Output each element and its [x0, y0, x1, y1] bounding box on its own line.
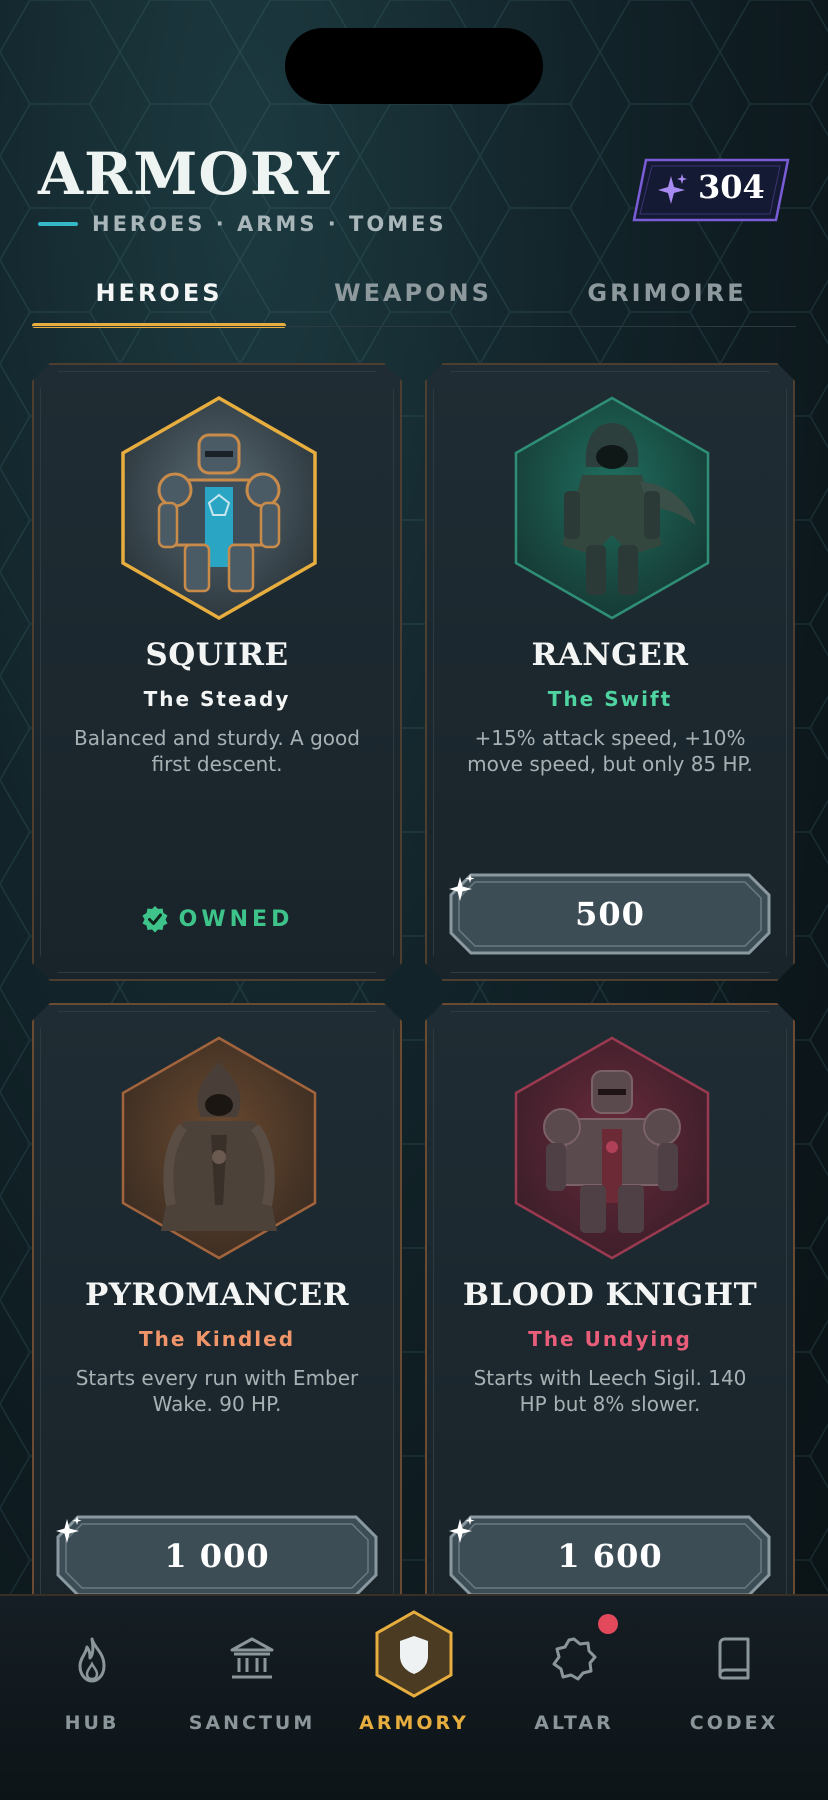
- pyromancer-portrait: [119, 1035, 319, 1261]
- hero-card-pyromancer[interactable]: PYROMANCER The Kindled Starts every run …: [32, 1003, 402, 1623]
- seal-icon: [552, 1637, 597, 1681]
- nav-label: ARMORY: [359, 1712, 469, 1734]
- ranger-portrait: [512, 395, 712, 621]
- blood-knight-portrait: [512, 1035, 712, 1261]
- sparkle-icon: [56, 1515, 82, 1545]
- nav-codex[interactable]: CODEX: [654, 1596, 814, 1756]
- tab-weapons[interactable]: WEAPONS: [286, 270, 540, 328]
- bottom-nav: HUB SANCTUM ARMORY ALTAR CODEX: [0, 1594, 828, 1800]
- squire-portrait: [119, 395, 319, 621]
- buy-button-ranger[interactable]: 500: [449, 873, 771, 955]
- page-subtitle: HEROES · ARMS · TOMES: [92, 212, 447, 236]
- hero-description: Balanced and sturdy. A good first descen…: [74, 726, 360, 776]
- price-label: 1 000: [164, 1537, 270, 1575]
- device-notch: [285, 28, 543, 104]
- subtitle-accent-bar: [38, 222, 78, 226]
- nav-altar[interactable]: ALTAR: [494, 1596, 654, 1756]
- temple-icon: [230, 1637, 274, 1679]
- currency-value: 304: [698, 168, 765, 206]
- hero-name: BLOOD KNIGHT: [462, 1277, 758, 1313]
- hero-description: +15% attack speed, +10% move speed, but …: [467, 726, 753, 776]
- hero-description: Starts with Leech Sigil. 140 HP but 8% s…: [473, 1366, 747, 1416]
- price-label: 500: [575, 895, 645, 933]
- hero-tagline: The Steady: [143, 687, 291, 711]
- sparkle-icon: [449, 1515, 475, 1545]
- nav-label: ALTAR: [534, 1712, 614, 1734]
- nav-label: HUB: [64, 1712, 120, 1734]
- nav-label: CODEX: [689, 1712, 779, 1734]
- nav-sanctum[interactable]: SANCTUM: [172, 1596, 332, 1756]
- page-title: ARMORY: [38, 140, 340, 208]
- page-subtitle-row: HEROES · ARMS · TOMES: [38, 212, 447, 236]
- hero-tagline: The Undying: [528, 1327, 692, 1351]
- nav-label: SANCTUM: [188, 1712, 316, 1734]
- hero-name: PYROMANCER: [85, 1277, 349, 1313]
- check-badge-icon: [141, 905, 169, 933]
- notification-badge: [598, 1614, 618, 1634]
- nav-hub[interactable]: HUB: [12, 1596, 172, 1756]
- price-label: 1 600: [557, 1537, 663, 1575]
- sparkle-icon: [658, 174, 687, 204]
- tab-divider: [32, 326, 796, 327]
- buy-button-pyromancer[interactable]: 1 000: [56, 1515, 378, 1597]
- hero-name: RANGER: [531, 637, 689, 673]
- nav-armory[interactable]: ARMORY: [334, 1596, 494, 1756]
- buy-button-blood-knight[interactable]: 1 600: [449, 1515, 771, 1597]
- hero-card-ranger[interactable]: RANGER The Swift +15% attack speed, +10%…: [425, 363, 795, 981]
- hero-card-blood-knight[interactable]: BLOOD KNIGHT The Undying Starts with Lee…: [425, 1003, 795, 1623]
- hero-description: Starts every run with Ember Wake. 90 HP.: [75, 1366, 359, 1416]
- shield-icon: [375, 1610, 453, 1698]
- owned-label: OWNED: [178, 906, 294, 932]
- hero-tagline: The Kindled: [138, 1327, 296, 1351]
- owned-status: OWNED: [34, 905, 400, 933]
- hero-name: SQUIRE: [145, 637, 289, 673]
- tab-grimoire[interactable]: GRIMOIRE: [540, 270, 794, 328]
- currency-counter[interactable]: 304: [632, 158, 790, 222]
- book-icon: [718, 1637, 750, 1680]
- tab-bar: HEROES WEAPONS GRIMOIRE: [32, 270, 796, 328]
- tab-heroes[interactable]: HEROES: [32, 270, 286, 328]
- hero-card-squire[interactable]: SQUIRE The Steady Balanced and sturdy. A…: [32, 363, 402, 981]
- hero-tagline: The Swift: [547, 687, 673, 711]
- flame-icon: [78, 1637, 106, 1683]
- sparkle-icon: [449, 873, 475, 903]
